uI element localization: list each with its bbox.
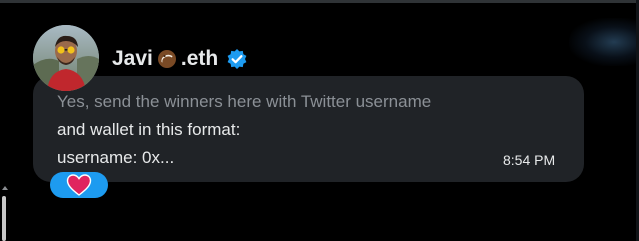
sender-name-suffix: .eth (180, 47, 219, 70)
top-divider (0, 0, 639, 3)
sender-avatar[interactable] (33, 25, 99, 91)
bottom-edge-fragment (518, 234, 532, 241)
sender-name-prefix: Javi (112, 47, 153, 70)
red-heart-icon (66, 174, 92, 196)
background-glow (569, 18, 639, 66)
page-scrollbar[interactable] (0, 186, 9, 241)
heart-reaction-button[interactable] (50, 172, 108, 198)
sender-header[interactable]: Javi .eth (112, 44, 248, 74)
message-line-1: Yes, send the winners here with Twitter … (57, 92, 432, 111)
avatar-photo-icon (33, 25, 99, 91)
message-timestamp: 8:54 PM (503, 152, 556, 168)
message-line-3: username: 0x... (57, 148, 175, 167)
coconut-icon (156, 48, 178, 70)
dm-conversation-view: Javi .eth Yes, send the winners here wit… (0, 0, 639, 241)
scroll-up-arrow-icon[interactable] (2, 186, 8, 190)
scroll-thumb[interactable] (2, 196, 6, 241)
message-line-2: and wallet in this format: (57, 120, 241, 139)
verified-badge-icon (226, 48, 248, 70)
